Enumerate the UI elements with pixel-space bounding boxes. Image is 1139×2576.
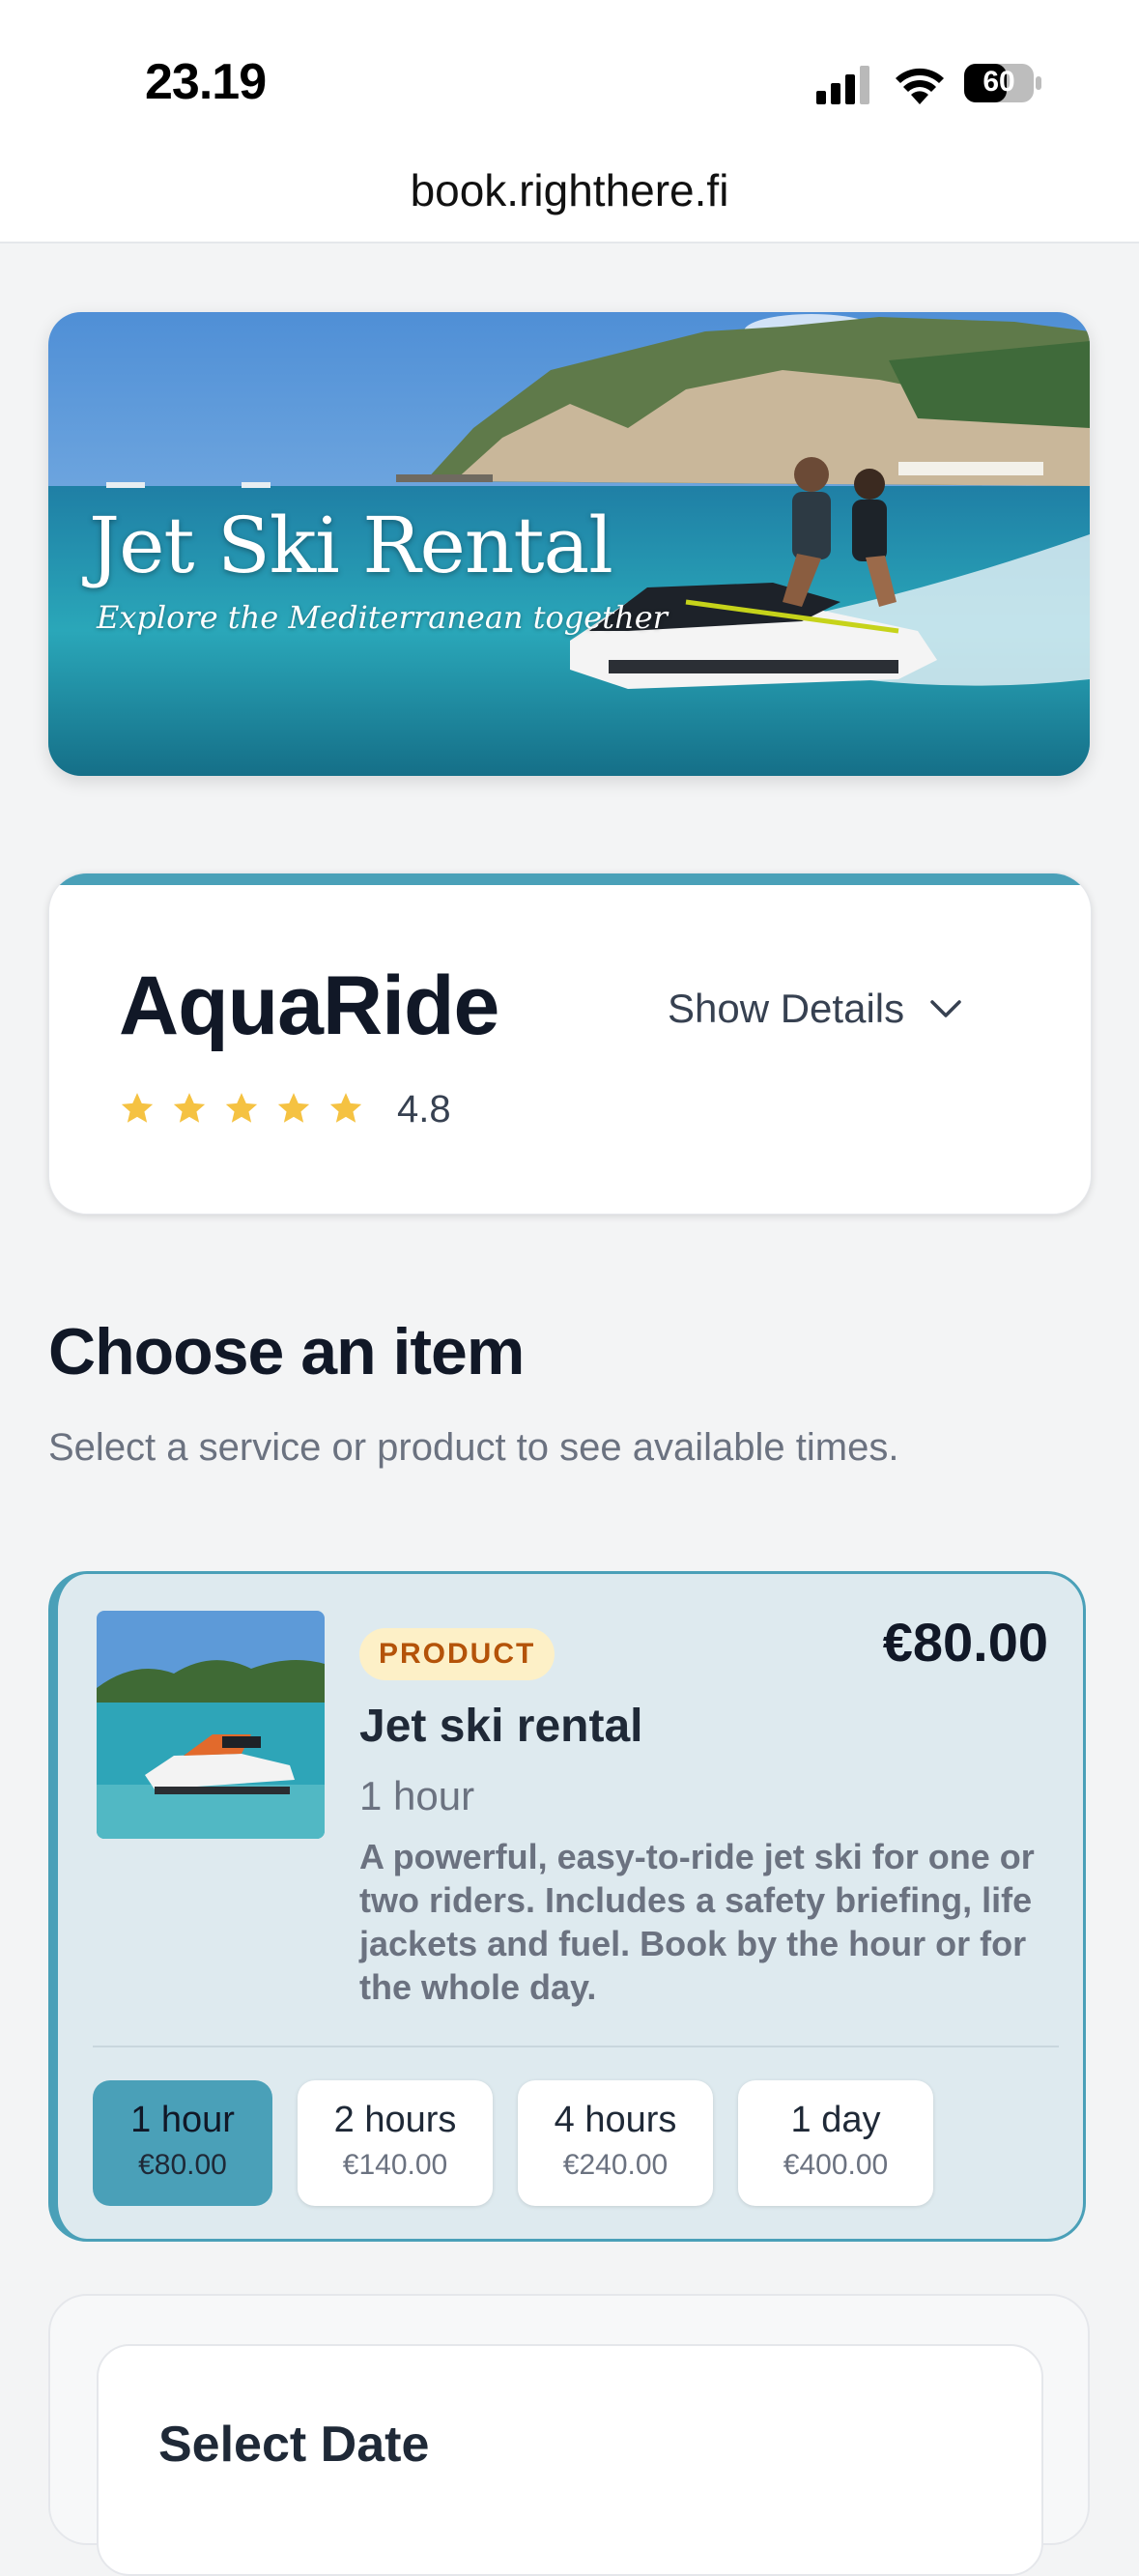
star-icon xyxy=(277,1093,310,1123)
rating-stars xyxy=(119,1090,364,1127)
chevron-down-icon xyxy=(930,1000,961,1017)
option-price: €240.00 xyxy=(562,2149,669,2181)
hero-subtitle: Explore the Mediterranean together xyxy=(97,599,668,636)
option-label: 1 hour xyxy=(130,2100,235,2140)
cellular-signal-icon xyxy=(816,66,869,104)
item-thumbnail xyxy=(97,1611,325,1839)
option-label: 1 day xyxy=(790,2100,881,2140)
item-card-jet-ski-rental[interactable]: PRODUCT €80.00 Jet ski rental 1 hour A p… xyxy=(48,1571,1086,2242)
wifi-icon xyxy=(896,68,944,104)
star-icon xyxy=(329,1093,362,1123)
url-text[interactable]: book.righthere.fi xyxy=(0,164,1139,216)
provider-name: AquaRide xyxy=(119,959,499,1052)
status-time: 23.19 xyxy=(145,54,267,110)
rating-value: 4.8 xyxy=(397,1088,451,1131)
show-details-label: Show Details xyxy=(668,986,905,1031)
provider-card: AquaRide 4.8 Show Details xyxy=(48,873,1092,1215)
option-price: €400.00 xyxy=(783,2149,889,2181)
date-title: Select Date xyxy=(158,2417,430,2473)
item-type-badge: PRODUCT xyxy=(359,1628,555,1680)
item-price: €80.00 xyxy=(882,1612,1048,1673)
star-icon xyxy=(225,1093,258,1123)
date-section: Select Date xyxy=(48,2294,1090,2576)
star-icon xyxy=(121,1093,154,1123)
item-duration: 1 hour xyxy=(359,1773,475,1818)
option-price: €80.00 xyxy=(138,2149,227,2181)
duration-options: 1 hour €80.00 2 hours €140.00 4 hours €2… xyxy=(93,2080,933,2206)
duration-option-2-hours[interactable]: 2 hours €140.00 xyxy=(298,2080,493,2206)
option-label: 4 hours xyxy=(554,2100,677,2140)
duration-option-1-day[interactable]: 1 day €400.00 xyxy=(738,2080,933,2206)
option-label: 2 hours xyxy=(333,2100,457,2140)
star-icon xyxy=(173,1093,206,1123)
show-details-button[interactable]: Show Details xyxy=(668,986,962,1032)
date-card: Select Date xyxy=(97,2344,1043,2576)
battery-icon: 60 xyxy=(964,62,1043,104)
provider-accent-bar xyxy=(49,873,1091,885)
option-price: €140.00 xyxy=(342,2149,448,2181)
section-subtitle: Select a service or product to see avail… xyxy=(48,1426,899,1469)
duration-option-4-hours[interactable]: 4 hours €240.00 xyxy=(518,2080,713,2206)
duration-option-1-hour[interactable]: 1 hour €80.00 xyxy=(93,2080,272,2206)
item-description: A powerful, easy-to-ride jet ski for one… xyxy=(359,1837,1035,2007)
battery-level: 60 xyxy=(982,66,1015,98)
section-title: Choose an item xyxy=(48,1315,525,1388)
status-bar: 23.19 60 xyxy=(0,0,1139,155)
hero-banner: Jet Ski Rental Explore the Mediterranean… xyxy=(48,312,1090,776)
hero-title: Jet Ski Rental xyxy=(89,501,613,590)
item-divider xyxy=(93,2046,1059,2047)
item-title: Jet ski rental xyxy=(359,1701,643,1752)
